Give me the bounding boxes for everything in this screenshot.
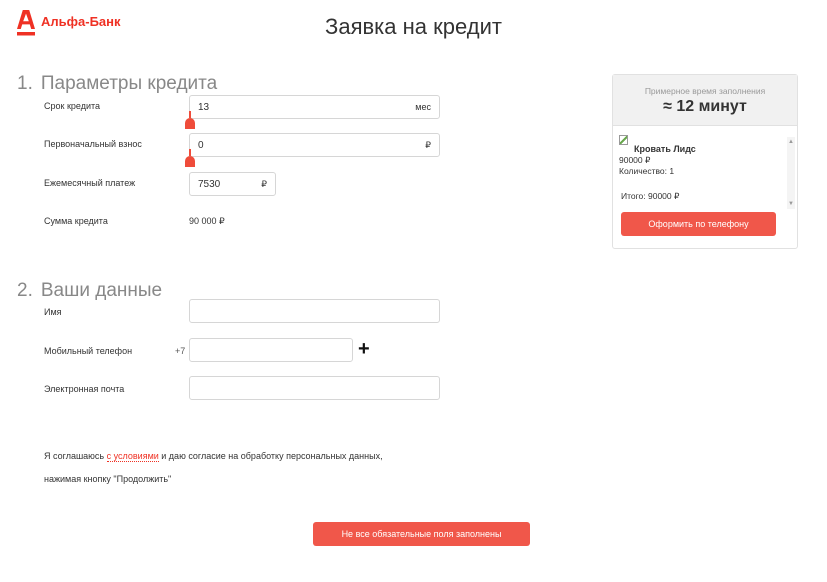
email-label: Электронная почта [44,384,125,394]
phone-label: Мобильный телефон [44,346,133,356]
item-quantity: Количество: 1 [619,166,675,176]
down-payment-label: Первоначальный взнос [44,139,142,149]
section-title-text: Параметры кредита [40,73,218,94]
page-title: Заявка на кредит [325,14,502,39]
term-unit: мес [415,102,431,112]
terms-link[interactable]: с условиями [106,451,159,462]
plus-icon[interactable]: + [358,339,370,359]
term-value: 13 [198,101,210,113]
consent-after: и даю согласие на обработку персональных… [158,451,383,461]
fill-time-value: ≈ 12 минут [663,98,747,115]
consent-line2: нажимая кнопку "Продолжить" [44,474,172,484]
term-slider-handle[interactable] [185,111,195,129]
fill-time-label: Примерное время заполнения [644,86,766,96]
scroll-up-icon[interactable]: ▲ [788,139,794,145]
monthly-label: Ежемесячный платеж [44,178,136,188]
name-label: Имя [44,307,62,317]
cart-total: Итого: 90000 ₽ [621,191,680,201]
item-price: 90000 ₽ [619,155,651,165]
item-name: Кровать Лидс [634,144,696,154]
section-number: 2. [17,280,33,301]
term-field[interactable]: 13 мес [189,95,440,119]
phone-prefix: +7 [175,346,186,356]
submit-button[interactable]: Не все обязательные поля заполнены [313,522,530,546]
section-credit-params-title: 1. Параметры кредита [17,73,217,95]
credit-sum-value: 90 000 ₽ [189,216,225,226]
cart-scrollbar[interactable]: ▲ ▼ [787,137,795,209]
broken-image-icon [619,135,628,145]
phone-input[interactable] [189,338,353,362]
order-by-phone-button[interactable]: Оформить по телефону [621,212,776,236]
consent-before: Я соглашаюсь [44,451,107,461]
monthly-unit: ₽ [261,178,267,189]
monthly-value: 7530 [198,178,221,190]
section-title-text: Ваши данные [40,280,163,301]
section-personal-data-title: 2. Ваши данные [17,280,162,302]
down-payment-unit: ₽ [425,139,431,150]
cart-item: Кровать Лидс 90000 ₽ Количество: 1 Итого… [619,135,784,202]
name-input[interactable] [189,299,440,323]
fill-time-header: Примерное время заполнения ≈ 12 минут [613,75,797,126]
down-payment-slider-handle[interactable] [185,149,195,167]
credit-sum-label: Сумма кредита [44,216,108,226]
section-number: 1. [17,73,33,94]
consent-text: Я соглашаюсь с условиями и даю согласие … [44,451,383,462]
down-payment-value: 0 [198,139,204,151]
term-label: Срок кредита [44,101,101,111]
down-payment-field[interactable]: 0 ₽ [189,133,440,157]
order-summary-panel: Примерное время заполнения ≈ 12 минут Кр… [612,74,798,249]
monthly-field[interactable]: 7530 ₽ [189,172,276,196]
email-input[interactable] [189,376,440,400]
scroll-down-icon[interactable]: ▼ [788,201,794,207]
